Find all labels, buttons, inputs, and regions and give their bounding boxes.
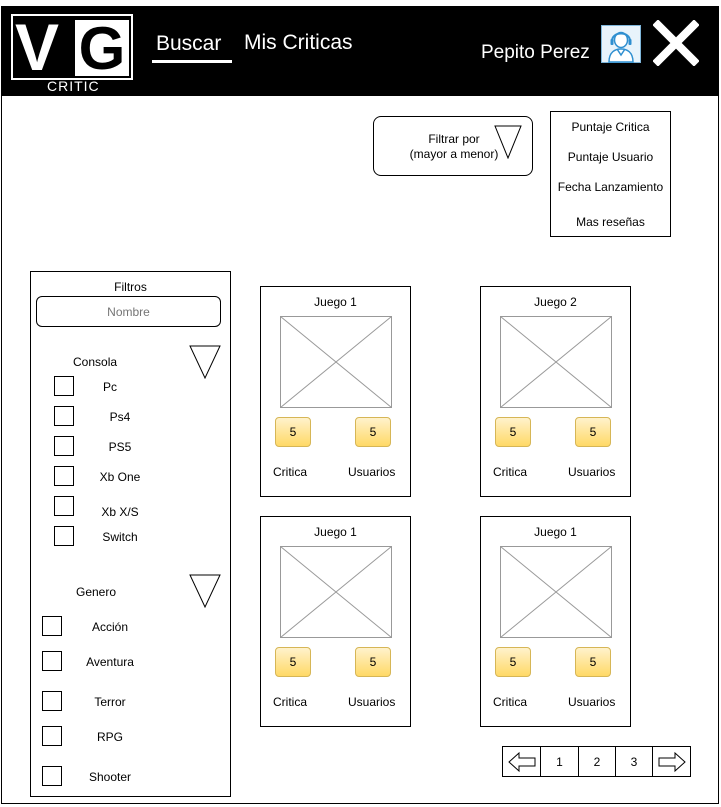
game-card[interactable]: Juego 2 5 5 Critica Usuarios <box>480 286 631 497</box>
top-bar: V G CRITIC Buscar Mis Criticas Pepito Pe… <box>1 6 719 96</box>
sort-option-fecha-lanzamiento[interactable]: Fecha Lanzamiento <box>551 180 670 194</box>
checkbox-xb-xs[interactable] <box>54 496 74 516</box>
critic-score-label: Critica <box>273 465 308 479</box>
chevron-down-icon[interactable] <box>494 125 522 159</box>
genre-label-rpg: RPG <box>96 730 123 744</box>
console-label-ps4: Ps4 <box>109 410 131 424</box>
user-score: 5 <box>355 417 391 447</box>
vg-critic-logo[interactable]: V G <box>11 10 133 84</box>
checkbox-ps5[interactable] <box>54 436 74 456</box>
checkbox-aventura[interactable] <box>42 651 62 671</box>
nav-buscar-link[interactable]: Buscar <box>156 32 221 56</box>
filters-panel: Filtros Consola Pc Ps4 PS5 Xb One Xb X/S… <box>30 271 231 797</box>
critic-score: 5 <box>275 417 311 447</box>
name-search-input[interactable] <box>36 296 221 327</box>
image-placeholder-icon <box>500 546 612 638</box>
critic-score: 5 <box>495 647 531 677</box>
genre-chevron-down-icon[interactable] <box>189 574 221 608</box>
genre-label-shooter: Shooter <box>88 770 132 784</box>
critic-score-label: Critica <box>493 465 528 479</box>
game-title: Juego 1 <box>314 295 357 309</box>
genre-label-terror: Terror <box>94 695 126 709</box>
game-title: Juego 2 <box>534 295 577 309</box>
sort-label-line1: Filtrar por <box>428 132 480 146</box>
critic-score-label: Critica <box>273 695 308 709</box>
checkbox-terror[interactable] <box>42 691 62 711</box>
user-score-label: Usuarios <box>568 465 616 479</box>
critic-score: 5 <box>495 417 531 447</box>
console-section-title: Consola <box>73 355 118 369</box>
logo-subtitle: CRITIC <box>47 78 100 94</box>
console-label-pc: Pc <box>102 380 117 394</box>
critic-score-label: Critica <box>493 695 528 709</box>
checkbox-xb-one[interactable] <box>54 466 74 486</box>
user-score-label: Usuarios <box>568 695 616 709</box>
filters-title: Filtros <box>114 280 147 294</box>
game-card[interactable]: Juego 1 5 5 Critica Usuarios <box>260 516 411 727</box>
user-score: 5 <box>575 647 611 677</box>
arrow-right-icon[interactable] <box>653 747 690 776</box>
arrow-left-icon[interactable] <box>503 747 541 776</box>
console-chevron-down-icon[interactable] <box>189 345 221 379</box>
page-button-1[interactable]: 1 <box>541 747 579 776</box>
sort-label-line2: (mayor a menor) <box>409 147 499 161</box>
genre-label-aventura: Aventura <box>86 655 134 669</box>
page-button-2[interactable]: 2 <box>579 747 616 776</box>
sort-option-mas-resenas[interactable]: Mas reseñas <box>551 215 670 229</box>
checkbox-accion[interactable] <box>42 616 62 636</box>
genre-section-title: Genero <box>76 585 117 599</box>
checkbox-shooter[interactable] <box>42 766 62 786</box>
page-button-3[interactable]: 3 <box>616 747 653 776</box>
checkbox-rpg[interactable] <box>42 726 62 746</box>
console-label-switch: Switch <box>102 530 138 544</box>
console-label-xb-one: Xb One <box>99 470 141 484</box>
genre-label-accion: Acción <box>91 620 129 634</box>
pagination: 1 2 3 <box>502 746 691 777</box>
sort-label: Filtrar por (mayor a menor) <box>404 132 504 162</box>
logo-letter-g: G <box>75 19 129 79</box>
checkbox-pc[interactable] <box>54 376 74 396</box>
close-icon[interactable] <box>652 19 700 67</box>
game-title: Juego 1 <box>314 525 357 539</box>
console-label-xb-xs: Xb X/S <box>101 505 139 519</box>
sort-dropdown[interactable]: Filtrar por (mayor a menor) <box>373 116 533 176</box>
active-nav-underline <box>152 60 232 63</box>
user-score-label: Usuarios <box>348 695 396 709</box>
logo-letter-v: V <box>15 10 59 84</box>
game-title: Juego 1 <box>534 525 577 539</box>
critic-score: 5 <box>275 647 311 677</box>
user-score: 5 <box>355 647 391 677</box>
user-score: 5 <box>575 417 611 447</box>
sort-option-puntaje-usuario[interactable]: Puntaje Usuario <box>551 150 670 164</box>
nav-mis-criticas-link[interactable]: Mis Criticas <box>244 31 353 55</box>
user-name[interactable]: Pepito Perez <box>481 42 590 64</box>
sort-options-menu: Puntaje Critica Puntaje Usuario Fecha La… <box>550 111 671 237</box>
checkbox-ps4[interactable] <box>54 406 74 426</box>
image-placeholder-icon <box>500 316 612 408</box>
image-placeholder-icon <box>280 546 392 638</box>
user-avatar-icon[interactable] <box>601 25 641 63</box>
sort-option-puntaje-critica[interactable]: Puntaje Critica <box>551 120 670 134</box>
console-label-ps5: PS5 <box>108 440 132 454</box>
user-score-label: Usuarios <box>348 465 396 479</box>
game-card[interactable]: Juego 1 5 5 Critica Usuarios <box>260 286 411 497</box>
image-placeholder-icon <box>280 316 392 408</box>
checkbox-switch[interactable] <box>54 526 74 546</box>
game-card[interactable]: Juego 1 5 5 Critica Usuarios <box>480 516 631 727</box>
